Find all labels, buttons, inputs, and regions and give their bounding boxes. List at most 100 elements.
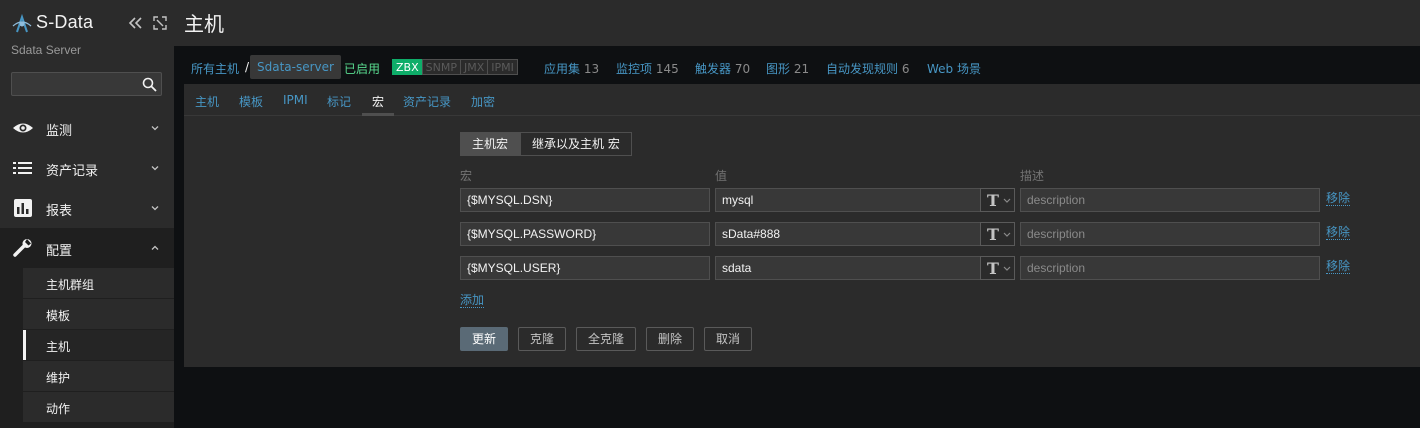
host-link-label[interactable]: 应用集 — [544, 62, 580, 76]
sidebar-item-configuration[interactable]: 配置 — [0, 228, 174, 268]
add-macro-link[interactable]: 添加 — [460, 293, 485, 308]
submenu-item-label: 主机 — [46, 340, 71, 354]
submenu-item-maintenance[interactable]: 维护 — [23, 361, 174, 392]
host-link-items[interactable]: 监控项 145 — [616, 60, 679, 77]
main-area: 主机 所有主机 / Sdata-server 已启用 ZBX SNMP JMX … — [174, 0, 1420, 428]
eye-icon — [13, 123, 33, 133]
availability-ipmi: IPMI — [487, 59, 518, 75]
macro-value-input[interactable] — [715, 256, 981, 280]
inherited-macros-option[interactable]: 继承以及主机 宏 — [520, 132, 632, 156]
host-link-triggers[interactable]: 触发器 70 — [695, 60, 750, 77]
tab-encryption[interactable]: 加密 — [471, 93, 495, 110]
text-type-icon: T — [987, 225, 999, 244]
search-input[interactable] — [12, 73, 140, 95]
submenu-item-templates[interactable]: 模板 — [23, 299, 174, 330]
tab-templates[interactable]: 模板 — [239, 93, 263, 110]
clone-button[interactable]: 克隆 — [518, 327, 567, 351]
logo-text: S-Data — [36, 12, 94, 32]
remove-macro-link[interactable]: 移除 — [1326, 191, 1351, 206]
macro-view-toggle: 主机宏 继承以及主机 宏 — [460, 132, 632, 156]
availability-indicators: ZBX SNMP JMX IPMI — [392, 59, 518, 75]
logo[interactable]: S-Data — [11, 12, 167, 36]
value-type-dropdown[interactable]: T — [980, 188, 1015, 212]
tab-host[interactable]: 主机 — [195, 93, 219, 110]
sidebar: S-Data Sdata Server 监测 资产记录 报表 配置 主机群组 模… — [0, 0, 174, 428]
search-box — [11, 72, 162, 96]
macro-description-input[interactable] — [1020, 256, 1320, 280]
availability-jmx: JMX — [459, 59, 489, 75]
column-header-macro: 宏 — [460, 169, 473, 183]
host-link-discovery-rules[interactable]: 自动发现规则 6 — [826, 60, 909, 77]
tab-inventory[interactable]: 资产记录 — [403, 93, 451, 110]
chevron-down-icon — [151, 126, 159, 131]
host-link-label[interactable]: Web 场景 — [927, 62, 981, 76]
host-link-count: 145 — [655, 62, 679, 76]
host-status-enabled[interactable]: 已启用 — [344, 60, 380, 77]
macro-name-input[interactable] — [460, 188, 710, 212]
submenu-item-label: 模板 — [46, 309, 71, 323]
chevron-down-icon — [1003, 198, 1011, 203]
sidebar-item-reports[interactable]: 报表 — [0, 188, 174, 228]
chevron-down-icon — [1003, 266, 1011, 271]
sidebar-item-label: 配置 — [46, 244, 73, 259]
chevron-down-icon — [151, 166, 159, 171]
sidebar-item-inventory[interactable]: 资产记录 — [0, 148, 174, 188]
breadcrumb-all-hosts[interactable]: 所有主机 — [191, 60, 239, 77]
submenu-item-host-groups[interactable]: 主机群组 — [23, 268, 174, 299]
macro-name-input[interactable] — [460, 222, 710, 246]
text-type-icon: T — [987, 259, 999, 278]
host-link-label[interactable]: 监控项 — [616, 62, 652, 76]
search-icon[interactable] — [142, 77, 157, 92]
tab-tags[interactable]: 标记 — [327, 93, 351, 110]
host-link-count: 21 — [793, 62, 810, 76]
submenu-item-hosts[interactable]: 主机 — [23, 330, 174, 361]
remove-macro-link[interactable]: 移除 — [1326, 259, 1351, 274]
delete-button[interactable]: 删除 — [646, 327, 695, 351]
collapse-sidebar-icon[interactable] — [127, 15, 143, 31]
value-type-dropdown[interactable]: T — [980, 222, 1015, 246]
host-link-label[interactable]: 触发器 — [695, 62, 731, 76]
column-header-description: 描述 — [1020, 169, 1045, 183]
host-navigation-bar: 所有主机 / Sdata-server 已启用 ZBX SNMP JMX IPM… — [184, 46, 1420, 84]
host-link-count: 70 — [734, 62, 751, 76]
server-name: Sdata Server — [11, 43, 82, 57]
host-link-count: 6 — [901, 62, 910, 76]
value-type-dropdown[interactable]: T — [980, 256, 1015, 280]
cancel-button[interactable]: 取消 — [704, 327, 753, 351]
submenu-item-label: 主机群组 — [46, 278, 95, 292]
update-button[interactable]: 更新 — [460, 327, 509, 351]
host-macros-option[interactable]: 主机宏 — [460, 132, 521, 156]
tab-ipmi[interactable]: IPMI — [283, 93, 308, 107]
availability-snmp: SNMP — [421, 59, 461, 75]
host-link-applications[interactable]: 应用集 13 — [544, 60, 599, 77]
sidebar-item-monitoring[interactable]: 监测 — [0, 108, 174, 148]
chevron-down-icon — [1003, 232, 1011, 237]
macro-description-input[interactable] — [1020, 188, 1320, 212]
macro-value-input[interactable] — [715, 188, 981, 212]
full-clone-button[interactable]: 全克隆 — [576, 327, 637, 351]
breadcrumb-current-host[interactable]: Sdata-server — [250, 55, 341, 79]
remove-macro-link[interactable]: 移除 — [1326, 225, 1351, 240]
wrench-icon — [13, 239, 32, 257]
configuration-submenu: 主机群组 模板 主机 维护 动作 — [0, 268, 174, 428]
macro-value-input[interactable] — [715, 222, 981, 246]
host-link-web-scenarios[interactable]: Web 场景 — [927, 60, 981, 77]
host-link-label[interactable]: 图形 — [766, 62, 790, 76]
list-icon — [13, 162, 32, 174]
tab-macros[interactable]: 宏 — [372, 93, 384, 110]
macro-name-input[interactable] — [460, 256, 710, 280]
availability-zbx: ZBX — [392, 59, 423, 75]
host-link-graphs[interactable]: 图形 21 — [766, 60, 809, 77]
sidebar-item-label: 资产记录 — [46, 164, 99, 179]
submenu-item-label: 维护 — [46, 371, 71, 385]
submenu-item-label: 动作 — [46, 402, 71, 416]
kiosk-mode-icon[interactable] — [153, 16, 167, 30]
host-link-label[interactable]: 自动发现规则 — [826, 62, 898, 76]
macro-description-input[interactable] — [1020, 222, 1320, 246]
page-header: 主机 — [174, 0, 1420, 46]
host-form-panel: 主机 模板 IPMI 标记 宏 资产记录 加密 主机宏 继承以及主机 宏 宏 值… — [184, 84, 1420, 367]
host-link-count: 13 — [583, 62, 600, 76]
chevron-down-icon — [151, 206, 159, 211]
active-tab-indicator — [362, 113, 394, 116]
submenu-item-actions[interactable]: 动作 — [23, 392, 174, 423]
